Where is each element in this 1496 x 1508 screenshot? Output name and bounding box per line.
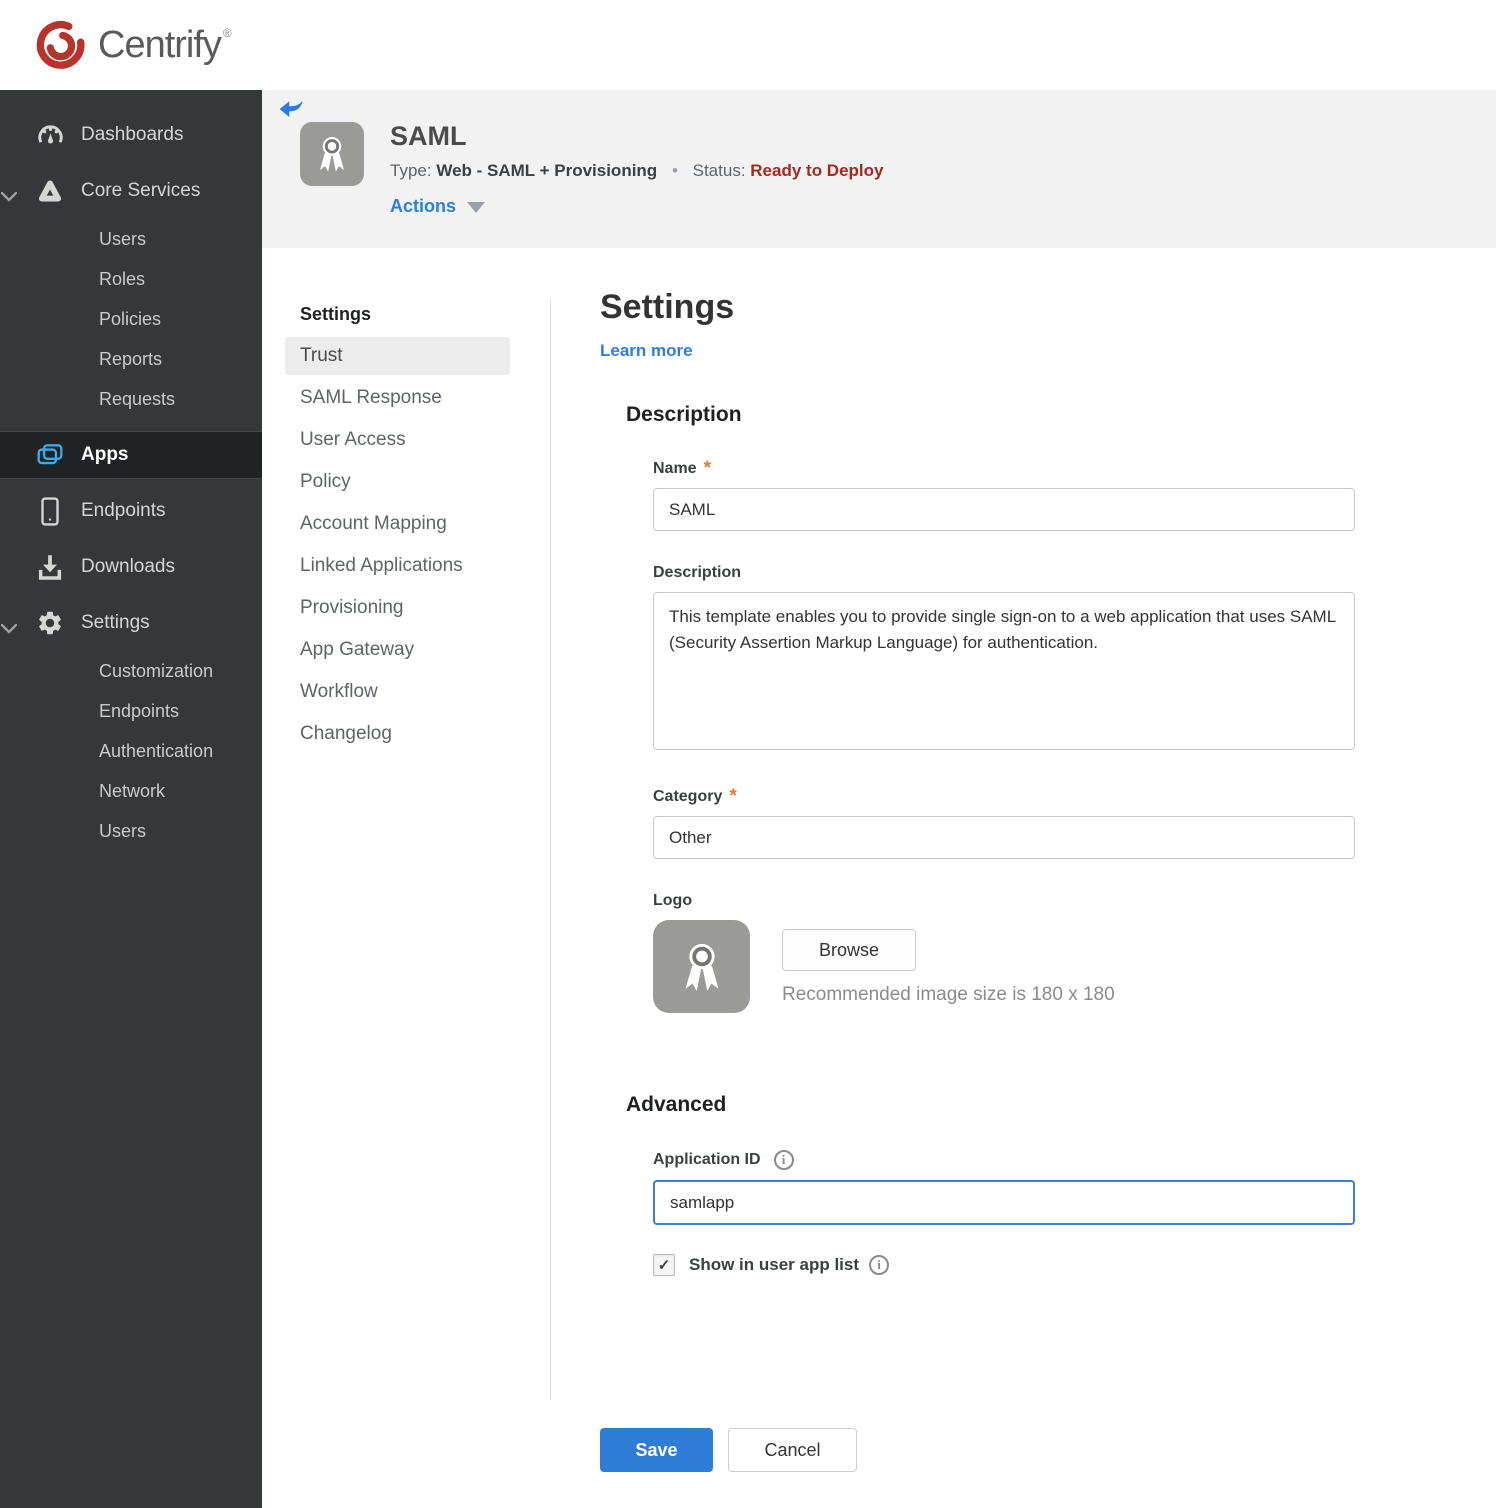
sidebar-item-roles[interactable]: Roles	[0, 259, 262, 299]
app-logo	[300, 122, 364, 186]
actions-dropdown[interactable]: Actions	[390, 195, 486, 217]
description-textarea[interactable]: This template enables you to provide sin…	[653, 592, 1355, 750]
show-in-user-app-list-checkbox[interactable]: ✓	[653, 1254, 675, 1276]
category-field-label: Category *	[653, 786, 737, 807]
category-input[interactable]	[653, 816, 1355, 859]
sidebar-item-policies[interactable]: Policies	[0, 299, 262, 339]
description-field-label: Description	[653, 564, 742, 581]
centrify-swirl-icon	[36, 21, 85, 69]
status-value: Ready to Deploy	[750, 160, 884, 180]
sidebar-label-endpoints: Endpoints	[81, 500, 166, 521]
app-logo-preview	[653, 920, 750, 1013]
application-id-label: Application ID i	[653, 1150, 1355, 1170]
mobile-device-icon	[36, 496, 64, 526]
browse-button[interactable]: Browse	[782, 929, 916, 971]
show-in-user-app-list-label: Show in user app list	[689, 1255, 860, 1274]
back-arrow-icon	[279, 100, 303, 117]
back-button[interactable]	[278, 97, 306, 121]
learn-more-link[interactable]: Learn more	[600, 341, 693, 361]
sidebar-label-settings: Settings	[81, 612, 150, 633]
sidebar-item-network[interactable]: Network	[0, 771, 262, 811]
app-title: SAML	[390, 121, 467, 151]
subnav-item-app-gateway[interactable]: App Gateway	[285, 631, 510, 669]
subnav-item-changelog[interactable]: Changelog	[285, 715, 510, 753]
description-section: Description Name * Description This temp…	[600, 403, 1356, 1013]
advanced-section: Advanced Application ID i ✓ Show in user…	[600, 1093, 1356, 1276]
name-field-label: Name *	[653, 458, 711, 479]
type-value: Web - SAML + Provisioning	[436, 160, 658, 180]
page-title: Settings	[600, 288, 735, 326]
chevron-down-icon	[0, 186, 18, 208]
sidebar-item-authentication[interactable]: Authentication	[0, 731, 262, 771]
sidebar-label-apps: Apps	[81, 444, 129, 465]
cancel-button[interactable]: Cancel	[728, 1428, 857, 1472]
brand-registered-mark: ®	[222, 26, 232, 40]
settings-form: Settings Learn more Description Name * D…	[600, 248, 1356, 1508]
checkmark-icon: ✓	[657, 1257, 671, 1274]
app-subnav: Settings Trust SAML Response User Access…	[285, 248, 510, 1508]
app-type-status-line: Type: Web - SAML + Provisioning • Status…	[390, 161, 883, 181]
subnav-item-policy[interactable]: Policy	[285, 463, 510, 501]
sidebar-item-customization[interactable]: Customization	[0, 651, 262, 691]
sidebar-item-settings-users[interactable]: Users	[0, 811, 262, 851]
sidebar-item-settings-endpoints[interactable]: Endpoints	[0, 691, 262, 731]
top-bar: Centrify ®	[0, 0, 1496, 90]
sidebar-item-reports[interactable]: Reports	[0, 339, 262, 379]
sidebar-item-requests[interactable]: Requests	[0, 379, 262, 419]
sidebar: Dashboards Core Services Users Roles Pol…	[0, 90, 262, 1508]
required-asterisk: *	[703, 458, 711, 479]
vertical-divider	[550, 300, 551, 1400]
sidebar-item-users[interactable]: Users	[0, 219, 262, 259]
apps-icon	[36, 443, 64, 467]
logo-field-label: Logo	[653, 892, 693, 909]
subnav-header: Settings	[300, 304, 372, 324]
gear-icon	[36, 609, 64, 637]
centrify-logo: Centrify ®	[34, 18, 232, 72]
show-in-user-app-list-row: ✓ Show in user app list i	[653, 1254, 1355, 1276]
caret-down-icon	[467, 201, 486, 213]
logo-size-hint: Recommended image size is 180 x 180	[782, 984, 1115, 1005]
type-label: Type:	[390, 160, 432, 180]
status-label: Status:	[692, 160, 746, 180]
award-ribbon-icon	[319, 137, 345, 172]
content-area: Settings Trust SAML Response User Access…	[262, 248, 1496, 1508]
form-footer: Save Cancel	[600, 1428, 1356, 1472]
core-services-icon	[36, 178, 64, 204]
chevron-down-icon	[0, 618, 18, 640]
separator-dot: •	[671, 160, 678, 180]
info-icon[interactable]: i	[869, 1255, 890, 1275]
dashboard-gauge-icon	[36, 123, 64, 148]
subnav-item-trust[interactable]: Trust	[285, 337, 510, 375]
save-button[interactable]: Save	[600, 1428, 713, 1472]
actions-label: Actions	[390, 195, 457, 216]
sidebar-label-core-services: Core Services	[81, 180, 201, 201]
sidebar-item-dashboards[interactable]: Dashboards	[0, 107, 262, 163]
sidebar-label-dashboards: Dashboards	[81, 124, 184, 145]
subnav-item-provisioning[interactable]: Provisioning	[285, 589, 510, 627]
subnav-item-account-mapping[interactable]: Account Mapping	[285, 505, 510, 543]
subnav-item-workflow[interactable]: Workflow	[285, 673, 510, 711]
application-id-input[interactable]	[653, 1180, 1355, 1225]
required-asterisk: *	[729, 786, 737, 807]
subnav-item-saml-response[interactable]: SAML Response	[285, 379, 510, 417]
description-section-heading: Description	[626, 403, 742, 426]
advanced-section-heading: Advanced	[626, 1093, 727, 1116]
info-icon[interactable]: i	[773, 1150, 794, 1170]
sidebar-item-settings[interactable]: Settings	[0, 595, 262, 651]
sidebar-item-downloads[interactable]: Downloads	[0, 539, 262, 595]
app-header: SAML Type: Web - SAML + Provisioning • S…	[262, 90, 1496, 248]
brand-name: Centrify	[98, 23, 222, 66]
sidebar-item-apps[interactable]: Apps	[0, 431, 262, 479]
sidebar-item-core-services[interactable]: Core Services	[0, 163, 262, 219]
subnav-item-linked-applications[interactable]: Linked Applications	[285, 547, 510, 585]
sidebar-label-downloads: Downloads	[81, 556, 175, 577]
name-input[interactable]	[653, 488, 1355, 531]
main-area: SAML Type: Web - SAML + Provisioning • S…	[262, 90, 1496, 1508]
subnav-item-user-access[interactable]: User Access	[285, 421, 510, 459]
sidebar-item-endpoints[interactable]: Endpoints	[0, 483, 262, 539]
download-icon	[36, 554, 64, 581]
award-ribbon-icon	[685, 943, 718, 991]
